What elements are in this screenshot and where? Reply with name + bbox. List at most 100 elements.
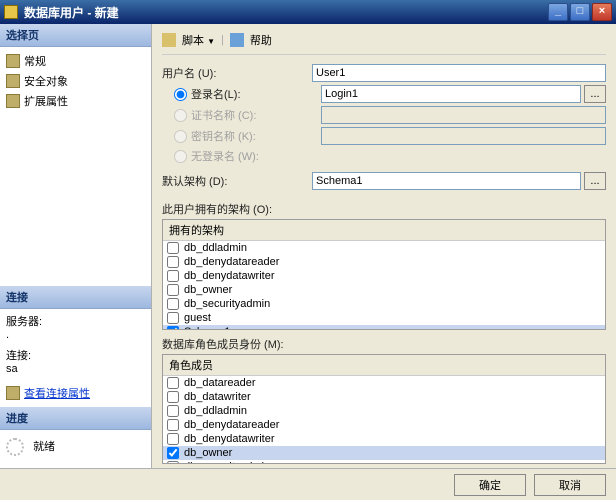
grid-row[interactable]: db_datareader	[163, 376, 605, 390]
row-checkbox[interactable]	[167, 461, 179, 465]
page-list: 常规 安全对象 扩展属性	[0, 47, 151, 115]
row-label: db_owner	[184, 447, 232, 459]
owned-schemas-header: 拥有的架构	[163, 220, 605, 241]
nologin-radio	[174, 150, 187, 163]
row-label: db_datawriter	[184, 391, 251, 403]
login-label: 登录名(L):	[191, 86, 321, 102]
sidebar-item-securables[interactable]: 安全对象	[6, 71, 145, 91]
grid-row[interactable]: guest	[163, 311, 605, 325]
help-icon	[230, 33, 244, 47]
view-connection-link[interactable]: 查看连接属性	[24, 385, 90, 401]
login-browse-button[interactable]: ...	[584, 85, 606, 103]
title-bar: 数据库用户 - 新建 _ □ ×	[0, 0, 616, 24]
row-label: db_denydatawriter	[184, 433, 275, 445]
roles-label: 数据库角色成员身份 (M):	[162, 336, 606, 352]
close-button[interactable]: ×	[592, 3, 612, 21]
login-input[interactable]	[321, 85, 581, 103]
window-title: 数据库用户 - 新建	[24, 4, 546, 21]
owned-schemas-grid[interactable]: 拥有的架构 db_ddladmin db_denydatareader db_den…	[162, 219, 606, 330]
sidebar: 选择页 常规 安全对象 扩展属性 连接 服务器: . 连接: sa 查看连接属性…	[0, 24, 152, 468]
grid-row[interactable]: db_owner	[163, 283, 605, 297]
grid-row[interactable]: db_denydatawriter	[163, 269, 605, 283]
sidebar-item-general[interactable]: 常规	[6, 51, 145, 71]
cancel-button[interactable]: 取消	[534, 474, 606, 496]
row-label: db_ddladmin	[184, 242, 247, 254]
grid-row[interactable]: db_securityadmin	[163, 460, 605, 465]
ok-button[interactable]: 确定	[454, 474, 526, 496]
key-label: 密钥名称 (K):	[191, 128, 321, 144]
page-icon	[6, 74, 20, 88]
connection-header: 连接	[0, 286, 151, 309]
key-input	[321, 127, 606, 145]
sidebar-item-extended[interactable]: 扩展属性	[6, 91, 145, 111]
username-input[interactable]	[312, 64, 606, 82]
connection-value: sa	[6, 363, 145, 375]
row-label: db_securityadmin	[184, 298, 270, 310]
owned-schemas-label: 此用户拥有的架构 (O):	[162, 201, 606, 217]
page-icon	[6, 54, 20, 68]
row-label: db_denydatareader	[184, 419, 279, 431]
grid-row[interactable]: db_denydatareader	[163, 418, 605, 432]
grid-row[interactable]: db_datawriter	[163, 390, 605, 404]
default-schema-input[interactable]	[312, 172, 581, 190]
login-radio[interactable]	[174, 88, 187, 101]
cert-input	[321, 106, 606, 124]
grid-row[interactable]: db_denydatawriter	[163, 432, 605, 446]
row-label: db_datareader	[184, 377, 256, 389]
grid-row[interactable]: db_denydatareader	[163, 255, 605, 269]
roles-header: 角色成员	[163, 355, 605, 376]
cert-label: 证书名称 (C):	[191, 107, 321, 123]
row-checkbox[interactable]	[167, 377, 179, 389]
grid-row[interactable]: db_ddladmin	[163, 404, 605, 418]
row-checkbox[interactable]	[167, 298, 179, 310]
content-pane: 脚本 ▼ | 帮助 用户名 (U): 登录名(L): ... 证书名称 (C):	[152, 24, 616, 468]
row-checkbox[interactable]	[167, 419, 179, 431]
nologin-label: 无登录名 (W):	[191, 148, 321, 164]
progress-header: 进度	[0, 407, 151, 430]
row-label: db_denydatareader	[184, 256, 279, 268]
row-checkbox[interactable]	[167, 284, 179, 296]
maximize-button[interactable]: □	[570, 3, 590, 21]
row-label: db_denydatawriter	[184, 270, 275, 282]
script-icon	[162, 33, 176, 47]
row-checkbox[interactable]	[167, 242, 179, 254]
row-checkbox[interactable]	[167, 312, 179, 324]
progress-status: 就绪	[33, 441, 55, 453]
row-checkbox[interactable]	[167, 326, 179, 330]
cert-radio	[174, 109, 187, 122]
chevron-down-icon: ▼	[207, 37, 215, 46]
row-checkbox[interactable]	[167, 447, 179, 459]
view-connection-props[interactable]: 查看连接属性	[6, 383, 145, 403]
row-label: Schema1	[184, 326, 230, 330]
toolbar: 脚本 ▼ | 帮助	[162, 30, 606, 55]
sidebar-item-label: 扩展属性	[24, 93, 68, 109]
sidebar-item-label: 安全对象	[24, 73, 68, 89]
row-label: db_owner	[184, 284, 232, 296]
grid-row[interactable]: Schema1	[163, 325, 605, 330]
username-label: 用户名 (U):	[162, 65, 312, 81]
connection-label: 连接:	[6, 347, 145, 363]
progress-spinner-icon	[6, 438, 24, 456]
server-label: 服务器:	[6, 313, 145, 329]
row-checkbox[interactable]	[167, 433, 179, 445]
row-checkbox[interactable]	[167, 256, 179, 268]
row-checkbox[interactable]	[167, 270, 179, 282]
grid-row[interactable]: db_owner	[163, 446, 605, 460]
props-icon	[6, 386, 20, 400]
row-label: guest	[184, 312, 211, 324]
script-button[interactable]: 脚本 ▼	[182, 32, 215, 48]
footer: 确定 取消	[0, 468, 616, 500]
key-radio	[174, 130, 187, 143]
page-icon	[6, 94, 20, 108]
grid-row[interactable]: db_ddladmin	[163, 241, 605, 255]
app-icon	[4, 5, 18, 19]
row-label: db_securityadmin	[184, 461, 270, 465]
help-button[interactable]: 帮助	[250, 32, 272, 48]
roles-grid[interactable]: 角色成员 db_datareader db_datawriter db_ddladm…	[162, 354, 606, 465]
minimize-button[interactable]: _	[548, 3, 568, 21]
row-checkbox[interactable]	[167, 405, 179, 417]
schema-browse-button[interactable]: ...	[584, 172, 606, 190]
grid-row[interactable]: db_securityadmin	[163, 297, 605, 311]
row-label: db_ddladmin	[184, 405, 247, 417]
row-checkbox[interactable]	[167, 391, 179, 403]
